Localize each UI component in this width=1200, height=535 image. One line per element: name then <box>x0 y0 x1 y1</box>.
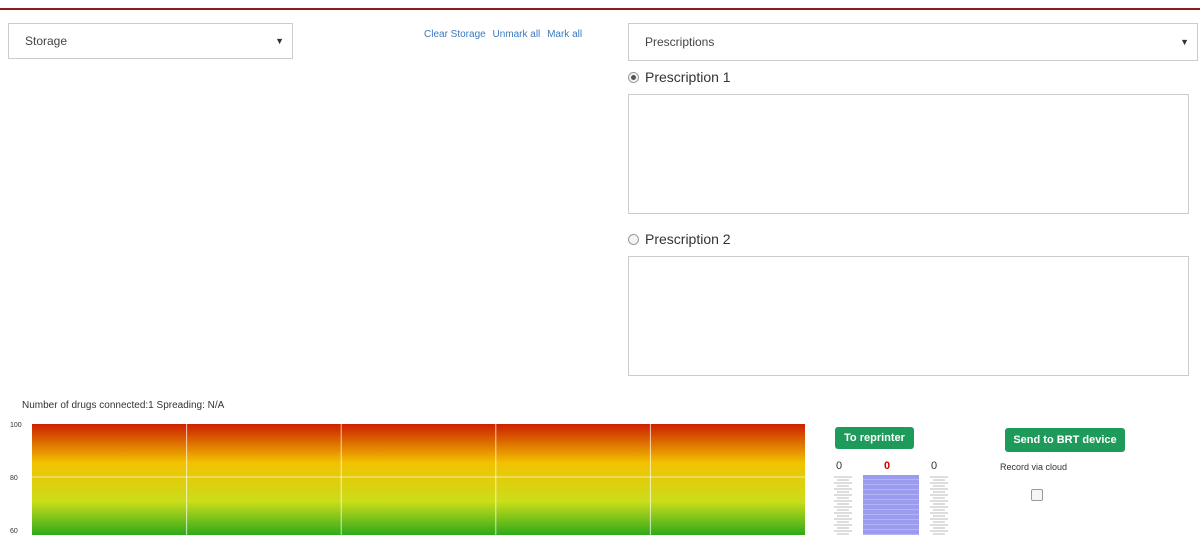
storage-actions: Clear Storage Unmark all Mark all <box>424 29 586 40</box>
prescription-2-label: Prescription 2 <box>645 231 731 247</box>
chevron-down-icon: ▼ <box>1180 37 1189 47</box>
count-middle: 0 <box>884 460 891 472</box>
mark-all-link[interactable]: Mark all <box>547 29 582 40</box>
header-divider <box>0 8 1200 10</box>
prescriptions-select[interactable]: Prescriptions ▼ <box>628 23 1198 61</box>
send-to-brt-button[interactable]: Send to BRT device <box>1005 428 1125 452</box>
prescription-1-textarea[interactable] <box>628 94 1189 214</box>
drugs-status-text: Number of drugs connected:1 Spreading: N… <box>22 400 225 411</box>
prescription-2-textarea[interactable] <box>628 256 1189 376</box>
count-left: 0 <box>836 460 843 472</box>
prescription-1-option[interactable]: Prescription 1 <box>628 69 731 85</box>
prescription-2-radio[interactable] <box>628 233 639 245</box>
y-tick-label: 80 <box>10 475 18 482</box>
record-via-cloud-label: Record via cloud <box>1000 462 1068 472</box>
spreading-chart: 100 80 60 <box>10 422 805 535</box>
clear-storage-link[interactable]: Clear Storage <box>424 29 486 40</box>
prescription-1-label: Prescription 1 <box>645 69 731 85</box>
record-via-cloud-checkbox[interactable] <box>1031 489 1043 501</box>
count-right: 0 <box>931 460 938 472</box>
storage-select[interactable]: Storage ▼ <box>8 23 293 59</box>
gauge-scale-right <box>930 476 948 535</box>
gauge-scale-left <box>834 476 852 535</box>
prescription-1-radio[interactable] <box>628 71 639 83</box>
chevron-down-icon: ▼ <box>275 36 284 46</box>
chart-plot-area <box>32 424 805 535</box>
prescriptions-select-value: Prescriptions <box>645 35 715 49</box>
to-reprinter-button[interactable]: To reprinter <box>835 427 914 449</box>
unmark-all-link[interactable]: Unmark all <box>492 29 540 40</box>
prescription-2-option[interactable]: Prescription 2 <box>628 231 731 247</box>
gauge-bar <box>863 475 919 535</box>
y-tick-label: 60 <box>10 528 18 535</box>
y-tick-label: 100 <box>10 422 22 429</box>
storage-select-value: Storage <box>25 34 68 48</box>
